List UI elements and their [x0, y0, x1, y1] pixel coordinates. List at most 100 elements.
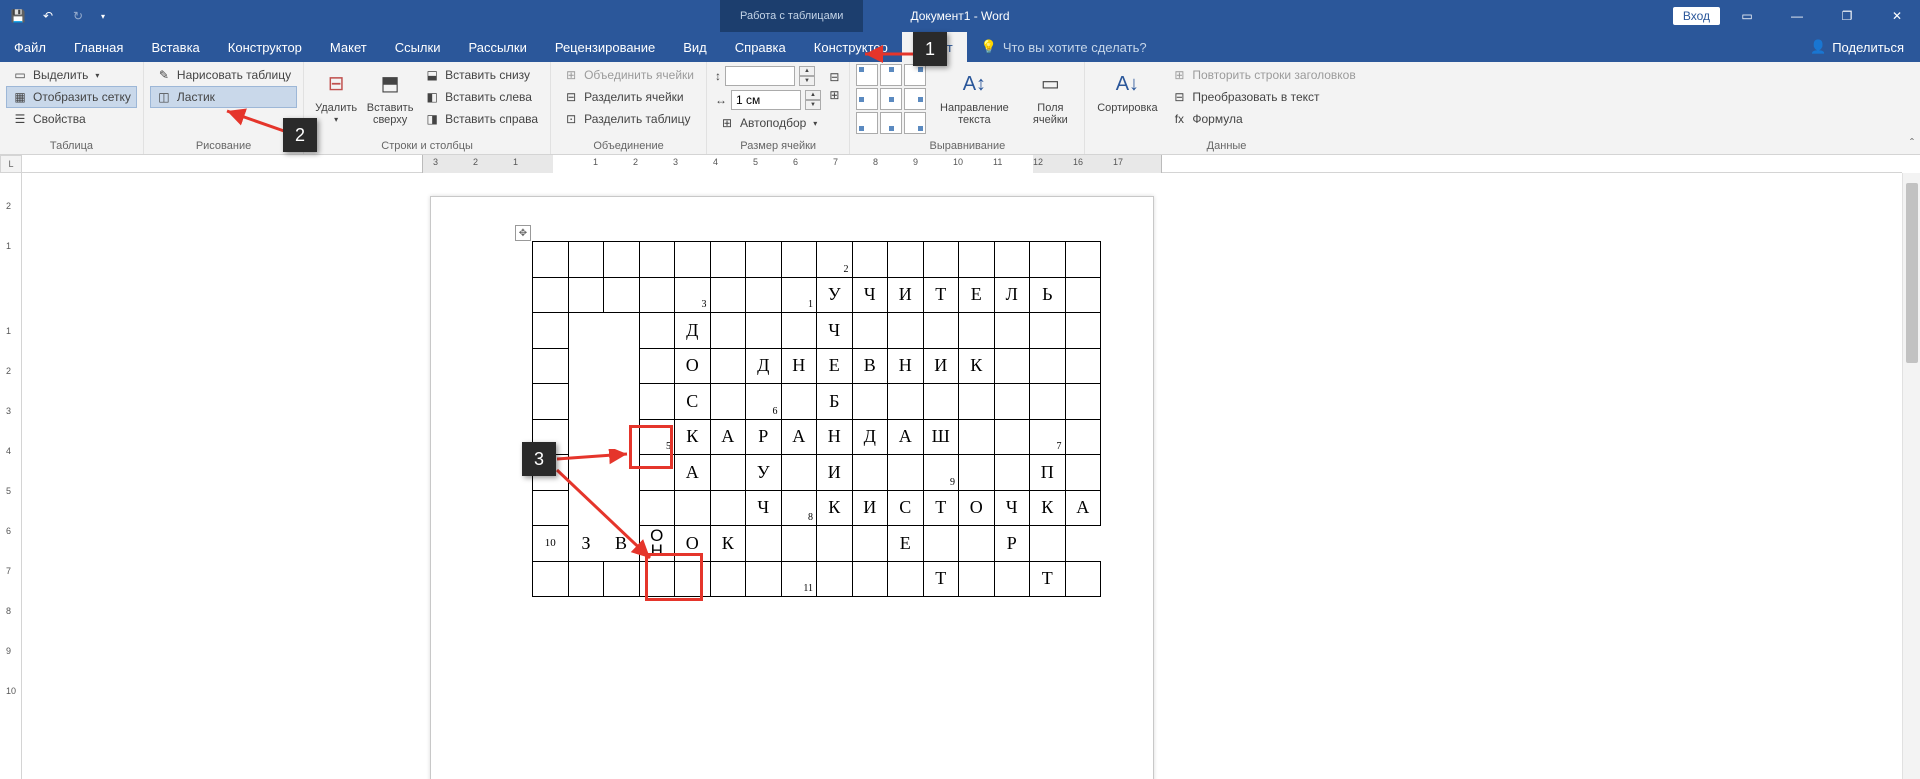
- insert-below-button[interactable]: ⬓Вставить снизу: [418, 64, 544, 86]
- crossword-cell[interactable]: К: [959, 348, 995, 384]
- crossword-cell[interactable]: А: [888, 419, 924, 455]
- split-cells-button[interactable]: ⊟Разделить ячейки: [557, 86, 700, 108]
- crossword-cell[interactable]: [959, 561, 995, 597]
- crossword-cell[interactable]: [568, 242, 604, 278]
- crossword-cell[interactable]: Д: [852, 419, 888, 455]
- maximize-button[interactable]: ❐: [1824, 0, 1870, 32]
- vertical-ruler[interactable]: 21 123 456 789 10: [0, 173, 22, 779]
- crossword-cell[interactable]: [710, 277, 746, 313]
- crossword-cell[interactable]: Т: [923, 277, 959, 313]
- tab-file[interactable]: Файл: [0, 32, 60, 62]
- crossword-cell[interactable]: [639, 561, 675, 597]
- minimize-button[interactable]: —: [1774, 0, 1820, 32]
- table-move-handle[interactable]: ✥: [515, 225, 531, 241]
- convert-to-text-button[interactable]: ⊟Преобразовать в текст: [1165, 86, 1361, 108]
- height-up[interactable]: ▲: [799, 66, 815, 76]
- share-button[interactable]: 👤 Поделиться: [1794, 32, 1920, 62]
- autofit-button[interactable]: ⊞Автоподбор▾: [713, 112, 823, 134]
- crossword-cell[interactable]: [533, 348, 569, 384]
- width-up[interactable]: ▲: [805, 90, 821, 100]
- crossword-cell[interactable]: О: [959, 490, 995, 526]
- crossword-cell[interactable]: 11: [781, 561, 817, 597]
- crossword-cell[interactable]: [1030, 526, 1066, 562]
- align-br[interactable]: [904, 112, 926, 134]
- crossword-cell[interactable]: А: [710, 419, 746, 455]
- crossword-cell[interactable]: Ч: [746, 490, 782, 526]
- crossword-cell[interactable]: [746, 313, 782, 349]
- crossword-cell[interactable]: 1: [781, 277, 817, 313]
- crossword-cell[interactable]: [1065, 455, 1101, 491]
- crossword-cell[interactable]: Н: [888, 348, 924, 384]
- col-width-field[interactable]: ↔ ▲▼: [713, 88, 823, 112]
- crossword-cell[interactable]: [639, 277, 675, 313]
- crossword-cell[interactable]: К: [710, 526, 746, 562]
- ruler-corner[interactable]: L: [0, 155, 22, 173]
- crossword-cell[interactable]: З: [568, 526, 604, 562]
- tab-review[interactable]: Рецензирование: [541, 32, 669, 62]
- crossword-cell[interactable]: [568, 561, 604, 597]
- crossword-cell[interactable]: [1065, 561, 1101, 597]
- signin-button[interactable]: Вход: [1673, 7, 1720, 25]
- document-area[interactable]: ✥ 231УЧИТЕЛЬДЧОДНЕВНИКС6Б5КАРАНДАШ7АУИ9П…: [22, 173, 1902, 779]
- crossword-cell[interactable]: [781, 313, 817, 349]
- crossword-cell[interactable]: [710, 384, 746, 420]
- crossword-cell[interactable]: [959, 242, 995, 278]
- crossword-cell[interactable]: Д: [675, 313, 711, 349]
- tab-view[interactable]: Вид: [669, 32, 721, 62]
- crossword-cell[interactable]: 5: [639, 419, 675, 455]
- horizontal-ruler[interactable]: 321 123 456 789 101112 1617: [22, 155, 1902, 173]
- crossword-cell[interactable]: [710, 455, 746, 491]
- tell-me-search[interactable]: 💡 Что вы хотите сделать?: [967, 32, 1161, 62]
- crossword-cell[interactable]: К: [817, 490, 853, 526]
- crossword-cell[interactable]: У: [746, 455, 782, 491]
- crossword-cell[interactable]: [604, 455, 640, 491]
- row-height-field[interactable]: ↕ ▲▼: [713, 64, 823, 88]
- crossword-cell[interactable]: [568, 348, 604, 384]
- crossword-cell[interactable]: [817, 561, 853, 597]
- insert-right-button[interactable]: ◨Вставить справа: [418, 108, 544, 130]
- crossword-cell[interactable]: [781, 384, 817, 420]
- crossword-cell[interactable]: [746, 526, 782, 562]
- crossword-cell[interactable]: [781, 526, 817, 562]
- crossword-cell[interactable]: [959, 313, 995, 349]
- crossword-cell[interactable]: [959, 526, 995, 562]
- crossword-cell[interactable]: Н: [781, 348, 817, 384]
- row-height-input[interactable]: [725, 66, 795, 86]
- crossword-cell[interactable]: [533, 277, 569, 313]
- crossword-cell[interactable]: А: [675, 455, 711, 491]
- crossword-cell[interactable]: [746, 242, 782, 278]
- crossword-cell[interactable]: [710, 490, 746, 526]
- crossword-cell[interactable]: Т: [923, 561, 959, 597]
- crossword-cell[interactable]: 2: [817, 242, 853, 278]
- crossword-cell[interactable]: [923, 242, 959, 278]
- align-tc[interactable]: [880, 64, 902, 86]
- insert-left-button[interactable]: ◧Вставить слева: [418, 86, 544, 108]
- crossword-cell[interactable]: [533, 242, 569, 278]
- crossword-cell[interactable]: Ч: [817, 313, 853, 349]
- crossword-cell[interactable]: [852, 384, 888, 420]
- crossword-cell[interactable]: 8: [781, 490, 817, 526]
- crossword-cell[interactable]: 10: [533, 526, 569, 562]
- crossword-cell[interactable]: [533, 384, 569, 420]
- crossword-cell[interactable]: [1030, 384, 1066, 420]
- delete-button[interactable]: ⊟ Удалить ▾: [310, 64, 362, 129]
- crossword-cell[interactable]: В: [604, 526, 640, 562]
- select-button[interactable]: ▭Выделить▾: [6, 64, 137, 86]
- crossword-cell[interactable]: [639, 384, 675, 420]
- crossword-cell[interactable]: [888, 242, 924, 278]
- tab-references[interactable]: Ссылки: [381, 32, 455, 62]
- tab-table-design[interactable]: Конструктор: [800, 32, 902, 62]
- crossword-cell[interactable]: [1030, 242, 1066, 278]
- crossword-cell[interactable]: У: [817, 277, 853, 313]
- crossword-cell[interactable]: [959, 384, 995, 420]
- crossword-cell[interactable]: [568, 313, 604, 349]
- crossword-cell[interactable]: [923, 384, 959, 420]
- crossword-cell[interactable]: [923, 526, 959, 562]
- save-button[interactable]: 💾: [4, 2, 32, 30]
- crossword-cell[interactable]: [994, 561, 1030, 597]
- crossword-cell[interactable]: Е: [888, 526, 924, 562]
- crossword-cell[interactable]: [994, 455, 1030, 491]
- crossword-cell[interactable]: Ч: [994, 490, 1030, 526]
- tab-insert[interactable]: Вставка: [137, 32, 213, 62]
- align-mc[interactable]: [880, 88, 902, 110]
